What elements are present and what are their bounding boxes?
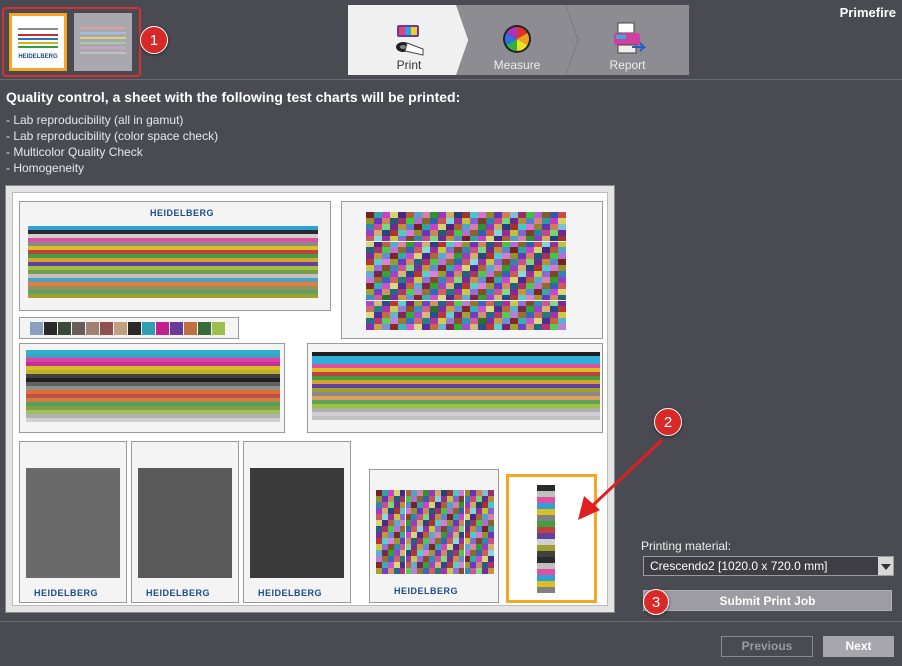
color-mosaic [366,212,566,330]
workflow-steps: Print Measure Report [348,5,689,75]
color-stripes [28,226,318,298]
chart-panel-bottom-mosaic: HEIDELBERG [369,469,499,603]
callout-badge-3: 3 [643,589,669,615]
brand-name: Primefire [839,5,896,20]
printer-roll-icon [396,25,424,56]
step-print[interactable]: Print [348,5,470,75]
chart-panel-lab-reproducibility: HEIDELBERG [19,201,331,311]
printing-material-value: Crescendo2 [1020.0 x 720.0 mm] [650,559,828,573]
heidelberg-logo: HEIDELBERG [394,586,459,596]
step-measure[interactable]: Measure [456,5,578,75]
sheet-thumbnail-1[interactable]: HEIDELBERG [9,13,67,71]
vertical-patch-strip [537,485,555,595]
chart-panel-stripes-right [307,343,603,433]
chart-panel-multicolor [19,343,285,433]
footer-bar: Previous Next [0,621,902,666]
patch-row [19,317,239,339]
chart-panel-color-space [341,201,603,339]
heidelberg-logo: HEIDELBERG [150,208,215,218]
thumbnail-strip: HEIDELBERG [2,7,141,77]
test-chart-item: - Homogeneity [6,161,85,175]
grey-patch [26,468,120,578]
step-report[interactable]: Report [566,5,689,75]
test-chart-item: - Lab reproducibility (all in gamut) [6,113,184,127]
heidelberg-logo: HEIDELBERG [34,588,99,598]
printing-material-select[interactable]: Crescendo2 [1020.0 x 720.0 mm] [643,556,894,576]
printer-report-icon [613,22,646,54]
page-heading: Quality control, a sheet with the follow… [6,89,461,105]
gradient-stripes [26,350,280,422]
print-sheet: HEIDELBERG HEIDELBERG HEIDELBERG HEIDELB… [12,192,608,606]
thumbnail-logo: HEIDELBERG [18,54,58,60]
sheet-preview[interactable]: HEIDELBERG HEIDELBERG HEIDELBERG HEIDELB… [5,185,615,613]
sheet-thumbnail-2[interactable] [74,13,132,71]
previous-button[interactable]: Previous [721,636,813,657]
step-report-label: Report [609,58,646,72]
test-chart-item: - Lab reproducibility (color space check… [6,129,219,143]
top-bar: HEIDELBERG 1 Print Measure Report Primef… [0,0,902,80]
test-chart-list: - Lab reproducibility (all in gamut) - L… [6,112,218,176]
color-patches [30,322,226,335]
next-button[interactable]: Next [823,636,894,657]
test-chart-item: - Multicolor Quality Check [6,145,143,159]
grey-patch [138,468,232,578]
step-print-label: Print [396,58,422,72]
heidelberg-logo: HEIDELBERG [258,588,323,598]
chevron-down-icon[interactable] [878,557,893,575]
color-stripes [312,352,600,420]
callout-badge-1: 1 [140,26,168,54]
heidelberg-logo: HEIDELBERG [146,588,211,598]
step-measure-label: Measure [493,58,541,72]
callout-arrow-icon [578,438,664,520]
homogeneity-panel: HEIDELBERG [19,441,127,603]
homogeneity-panel: HEIDELBERG [243,441,351,603]
color-mosaic [376,490,494,574]
grey-patch [250,468,344,578]
color-wheel-icon [503,25,531,53]
printing-material-label: Printing material: [641,539,732,553]
submit-print-job-button[interactable]: Submit Print Job [643,590,892,611]
homogeneity-panel: HEIDELBERG [131,441,239,603]
